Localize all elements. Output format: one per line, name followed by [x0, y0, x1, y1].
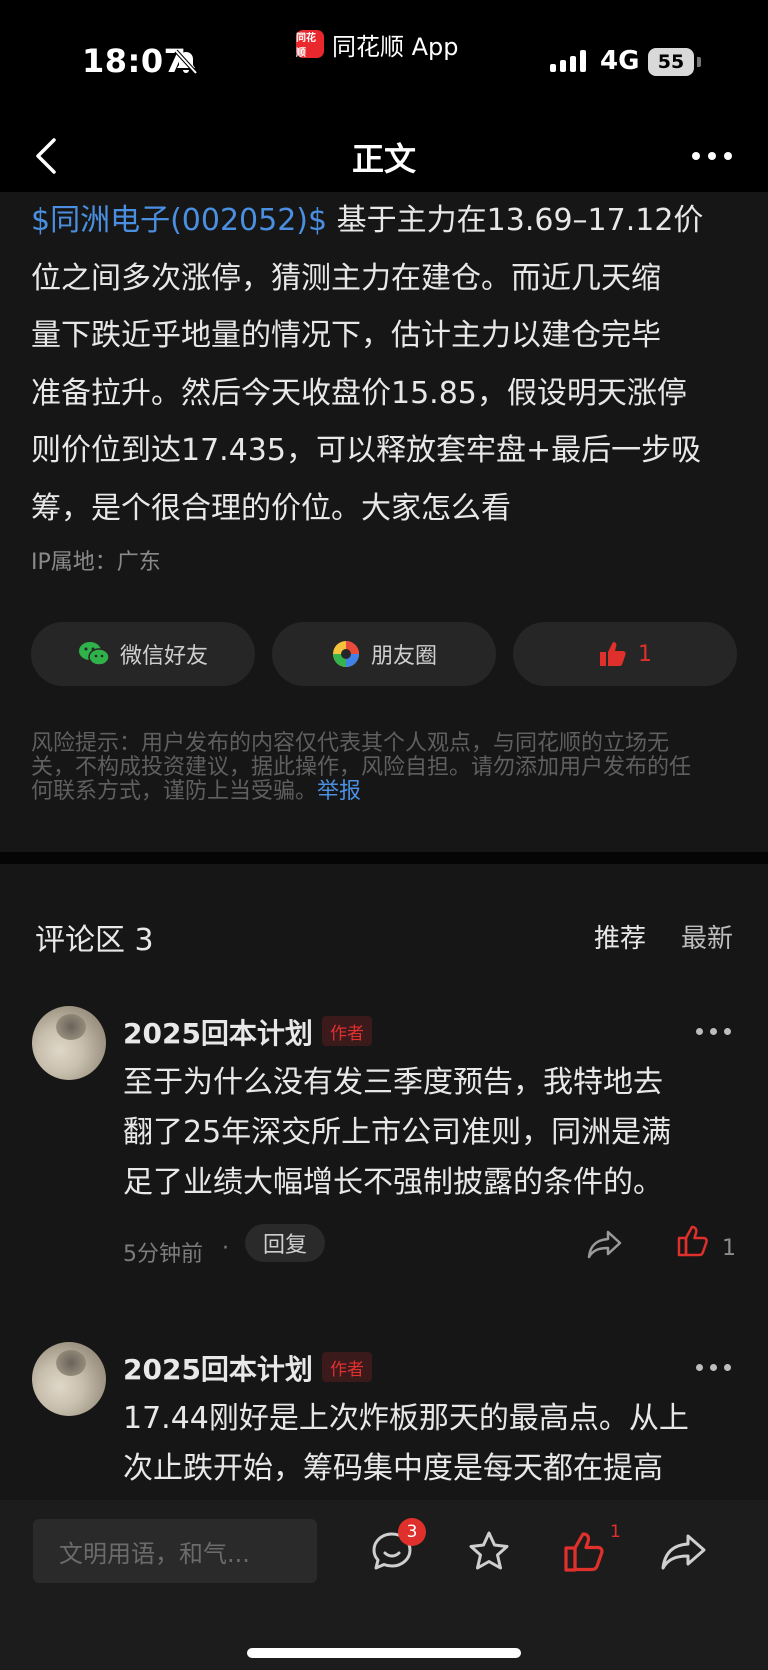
report-link[interactable]: 举报 — [317, 779, 361, 804]
sort-latest-tab[interactable]: 最新 — [681, 918, 733, 955]
post-line: $同洲电子(002052)$ 基于主力在13.69–17.12价 — [31, 203, 704, 238]
signal-icon — [550, 50, 586, 72]
more-icon[interactable] — [696, 1364, 731, 1371]
more-icon[interactable] — [696, 1028, 731, 1035]
post-like-count: 1 — [638, 641, 652, 667]
share-moments-label: 朋友圈 — [370, 644, 437, 669]
section-divider — [0, 852, 768, 864]
nav-bar: 正文 — [0, 120, 768, 192]
bell-muted-icon — [174, 49, 198, 75]
post-line: 筹，是个很合理的价位。大家怎么看 — [31, 490, 511, 526]
share-icon[interactable] — [586, 1228, 624, 1262]
network-type: 4G — [600, 46, 640, 76]
comment-item: 2025回本计划 作者 17.44刚好是上次炸板那天的最高点。从上 次止跌开始，… — [0, 1342, 768, 1500]
like-icon — [600, 642, 626, 666]
post-line: 准备拉升。然后今天收盘价15.85，假设明天涨停 — [31, 375, 687, 411]
return-to-app[interactable]: 同花顺 同花顺 App — [296, 28, 459, 61]
bottom-action-bar: 文明用语，和气... 3 1 — [0, 1500, 768, 1670]
comment-username[interactable]: 2025回本计划 — [123, 1012, 313, 1052]
moments-icon — [332, 641, 359, 667]
like-post-button[interactable]: 1 — [513, 622, 737, 686]
reply-button[interactable]: 回复 — [245, 1224, 325, 1262]
share-moments-button[interactable]: 朋友圈 — [272, 622, 496, 686]
avatar[interactable] — [32, 1342, 106, 1416]
post-line: 则价位到达17.435，可以释放套牢盘+最后一步吸 — [31, 433, 702, 468]
sort-recommended-tab[interactable]: 推荐 — [594, 918, 646, 955]
comment-text: 至于为什么没有发三季度预告，我特地去 翻了25年深交所上市公司准则，同洲是满 足… — [123, 1065, 672, 1200]
like-icon[interactable] — [676, 1224, 712, 1258]
post-content: $同洲电子(002052)$ 基于主力在13.69–17.12价 位之间多次涨停… — [0, 192, 768, 852]
battery-tip — [697, 57, 701, 67]
home-indicator — [247, 1648, 521, 1658]
author-badge: 作者 — [322, 1352, 372, 1382]
post-line: 位之间多次涨停，猜测主力在建仓。而近几天缩 — [31, 260, 661, 296]
bottom-like-count: 1 — [610, 1522, 621, 1542]
like-icon[interactable] — [558, 1524, 614, 1580]
comment-item: 2025回本计划 作者 至于为什么没有发三季度预告，我特地去 翻了25年深交所上… — [0, 1006, 768, 1276]
comment-like-count: 1 — [722, 1236, 736, 1261]
app-name: 同花顺 App — [332, 32, 459, 61]
more-icon[interactable] — [692, 146, 738, 166]
stock-tag-link[interactable]: $同洲电子(002052)$ — [31, 203, 327, 238]
separator-dot: · — [222, 1236, 229, 1261]
comment-username[interactable]: 2025回本计划 — [123, 1348, 313, 1388]
ip-location: IP属地：广东 — [31, 550, 161, 575]
wechat-icon — [78, 642, 110, 666]
comment-count-badge: 3 — [398, 1518, 426, 1546]
risk-disclaimer: 风险提示：用户发布的内容仅代表其个人观点，与同花顺的立场无 关，不构成投资建议，… — [31, 731, 692, 804]
share-row: 微信好友 朋友圈 1 — [31, 622, 737, 686]
star-icon[interactable] — [461, 1524, 517, 1580]
battery-icon: 55 — [648, 48, 694, 76]
share-wechat-label: 微信好友 — [119, 644, 208, 669]
app-logo: 同花顺 — [296, 30, 324, 59]
comment-time: 5分钟前 — [123, 1242, 203, 1267]
post-line: 量下跌近乎地量的情况下，估计主力以建仓完毕 — [31, 318, 661, 353]
avatar[interactable] — [32, 1006, 106, 1080]
share-icon[interactable] — [656, 1524, 712, 1580]
status-bar: 18:07 同花顺 同花顺 App 4G 55 — [0, 0, 768, 120]
author-badge: 作者 — [322, 1016, 372, 1046]
post-body: $同洲电子(002052)$ 基于主力在13.69–17.12价 位之间多次涨停… — [31, 192, 741, 537]
share-wechat-button[interactable]: 微信好友 — [31, 622, 255, 686]
comment-input[interactable]: 文明用语，和气... — [33, 1519, 317, 1583]
status-time: 18:07 — [82, 42, 187, 80]
comments-title: 评论区 3 — [35, 923, 154, 958]
comment-text: 17.44刚好是上次炸板那天的最高点。从上 次止跌开始，筹码集中度是每天都在提高 — [123, 1401, 689, 1486]
page-title: 正文 — [351, 140, 416, 178]
